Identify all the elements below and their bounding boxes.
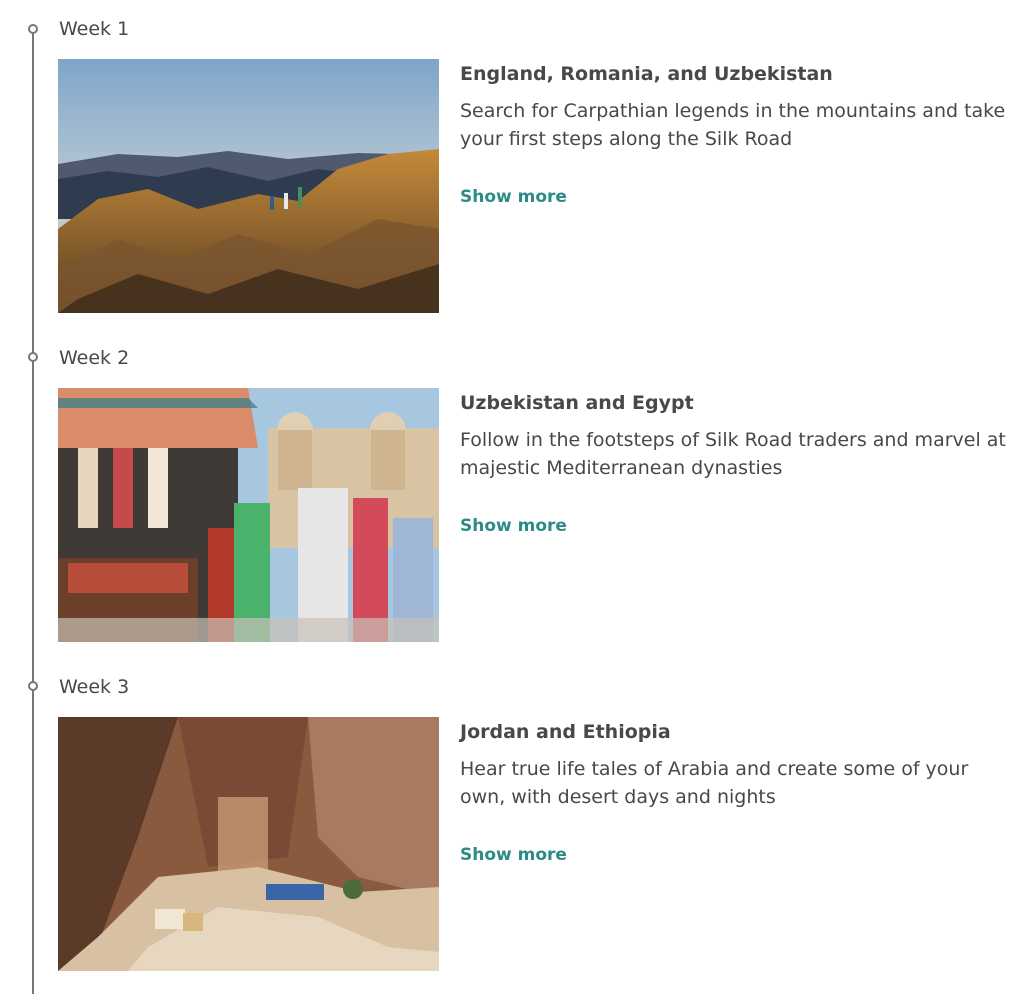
week-title: Jordan and Ethiopia bbox=[460, 721, 671, 743]
timeline-node-icon bbox=[28, 681, 38, 691]
timeline-node-icon bbox=[28, 24, 38, 34]
week-label: Week 3 bbox=[59, 676, 130, 698]
week-description: Follow in the footsteps of Silk Road tra… bbox=[460, 429, 1006, 479]
week-title: Uzbekistan and Egypt bbox=[460, 392, 694, 414]
week-description: Hear true life tales of Arabia and creat… bbox=[460, 758, 969, 808]
week-2-photo[interactable] bbox=[58, 388, 439, 642]
week-1-photo[interactable] bbox=[58, 59, 439, 313]
week-title: England, Romania, and Uzbekistan bbox=[460, 63, 833, 85]
timeline-node-icon bbox=[28, 352, 38, 362]
show-more-link[interactable]: Show more bbox=[460, 515, 567, 537]
week-label: Week 1 bbox=[59, 18, 130, 40]
week-3-photo[interactable] bbox=[58, 717, 439, 971]
week-description: Search for Carpathian legends in the mou… bbox=[460, 100, 1006, 150]
show-more-link[interactable]: Show more bbox=[460, 186, 567, 208]
week-label: Week 2 bbox=[59, 347, 130, 369]
show-more-link[interactable]: Show more bbox=[460, 844, 567, 866]
timeline-line bbox=[32, 26, 34, 994]
